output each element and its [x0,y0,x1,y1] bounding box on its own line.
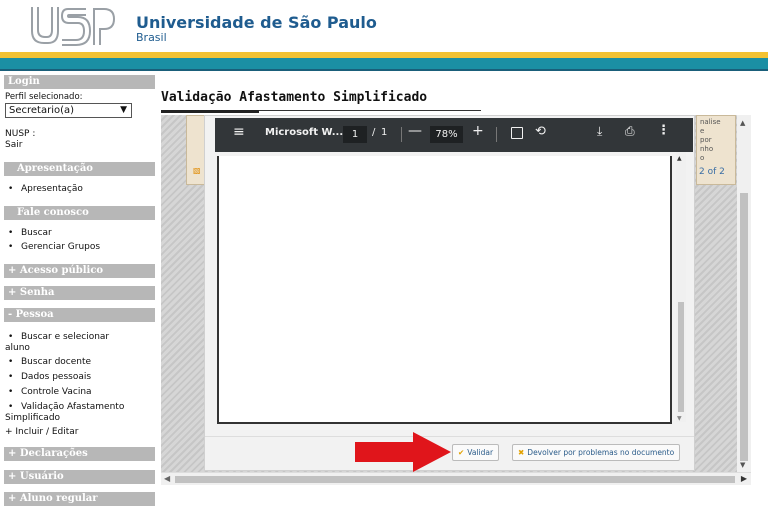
sair-link[interactable]: Sair [5,140,22,150]
header-band-teal [0,58,768,69]
declaracoes-header[interactable]: + Declarações [4,447,155,461]
sidebar-item-gerenciar-grupos[interactable]: • Gerenciar Grupos [5,242,155,253]
sidebar-item-buscar-aluno[interactable]: • Buscar e selecionar [5,332,155,343]
university-name: Universidade de São Paulo [136,13,377,32]
sidebar-item-apresentacao[interactable]: • Apresentação [5,184,155,195]
menu-icon[interactable]: ≡ [233,124,245,140]
devolver-button[interactable]: ✖ Devolver por problemas no documento [512,444,681,461]
usuario-header[interactable]: + Usuário [4,470,155,484]
fale-conosco-header[interactable]: Fale conosco [4,206,155,220]
more-options-icon[interactable]: ⋮ [657,123,670,138]
toolbar-divider [496,127,497,142]
sidebar-item-dados-pessoais[interactable]: • Dados pessoais [5,372,155,383]
apresentacao-header[interactable]: Apresentação [4,162,155,176]
acesso-publico-header[interactable]: + Acesso público [4,264,155,278]
pessoa-header[interactable]: - Pessoa [4,308,155,322]
nusp-label: NUSP : [5,129,36,139]
sidebar-item-validacao-afastamento-cont[interactable]: Simplificado [5,413,155,424]
site-header: Universidade de São Paulo Brasil [0,0,768,52]
sidebar: Login Perfil selecionado: Secretario(a) … [0,75,160,512]
toolbar-divider [401,127,402,142]
sidebar-item-buscar-aluno-cont[interactable]: aluno [5,343,155,354]
chevron-down-icon: ▼ [120,105,127,115]
perfil-label: Perfil selecionado: [5,92,83,102]
header-band-blue [0,69,768,71]
validar-button[interactable]: ✔ Validar [452,444,500,461]
frame-vertical-scroll-thumb[interactable] [740,193,748,461]
zoom-in-icon[interactable]: + [472,123,484,139]
fit-page-icon[interactable] [511,127,523,139]
scroll-down-icon[interactable]: ▼ [677,415,682,422]
sidebar-item-controle-vacina[interactable]: • Controle Vacina [5,387,155,398]
page-total: 1 [381,127,388,138]
x-icon: ✖ [518,448,525,457]
perfil-select-value: Secretario(a) [9,105,75,116]
pdf-scroll-thumb[interactable] [678,302,684,412]
page-count: 2 of 2 [699,167,725,177]
country-label: Brasil [136,31,167,44]
sidebar-item-buscar[interactable]: • Buscar [5,228,155,239]
print-icon[interactable]: ⎙ [625,124,635,139]
aluno-regular-header[interactable]: + Aluno regular [4,492,155,506]
pdf-page [217,156,672,424]
zoom-out-icon[interactable]: — [408,123,422,139]
pdf-vertical-scrollbar[interactable]: ▲ ▼ [676,152,686,422]
red-arrow-icon [355,432,451,472]
login-header: Login [4,75,155,89]
scroll-up-icon[interactable]: ▲ [677,155,682,162]
scroll-left-icon[interactable]: ◀ [164,474,170,483]
frame-horizontal-scrollbar[interactable]: ◀ ▶ [161,472,751,485]
rotate-icon[interactable]: ⟲ [535,124,546,139]
title-underline-accent [161,110,259,113]
pdf-viewer-dialog: ≡ Microsoft W... 1 / 1 — 78% + ⟲ ⤓ ⎙ ⋮ ▲… [204,115,695,471]
sidebar-item-incluir-editar[interactable]: + Incluir / Editar [5,427,155,438]
scroll-down-icon[interactable]: ▼ [740,461,745,469]
sidebar-item-buscar-docente[interactable]: • Buscar docente [5,357,155,368]
senha-header[interactable]: + Senha [4,286,155,300]
page-title: Validação Afastamento Simplificado [161,90,428,105]
scroll-right-icon[interactable]: ▶ [741,474,747,483]
page-separator: / [372,127,376,138]
sidebar-item-validacao-afastamento[interactable]: • Validação Afastamento [5,402,155,413]
check-icon: ✔ [458,448,465,457]
perfil-select[interactable]: Secretario(a) ▼ [5,103,132,118]
background-document-right: nalise e por nho o 2 of 2 [696,115,736,185]
frame-horizontal-scroll-thumb[interactable] [175,476,735,483]
zoom-input[interactable]: 78% [430,126,463,143]
document-icon: ▧ [193,166,201,175]
pdf-toolbar: ≡ Microsoft W... 1 / 1 — 78% + ⟲ ⤓ ⎙ ⋮ [215,118,693,152]
page-number-input[interactable]: 1 [343,126,367,143]
usp-logo[interactable] [28,5,116,47]
scroll-up-icon[interactable]: ▲ [740,119,745,127]
frame-vertical-scrollbar[interactable]: ▲ ▼ [737,115,751,472]
download-icon[interactable]: ⤓ [597,124,602,139]
pdf-title: Microsoft W... [265,127,344,138]
